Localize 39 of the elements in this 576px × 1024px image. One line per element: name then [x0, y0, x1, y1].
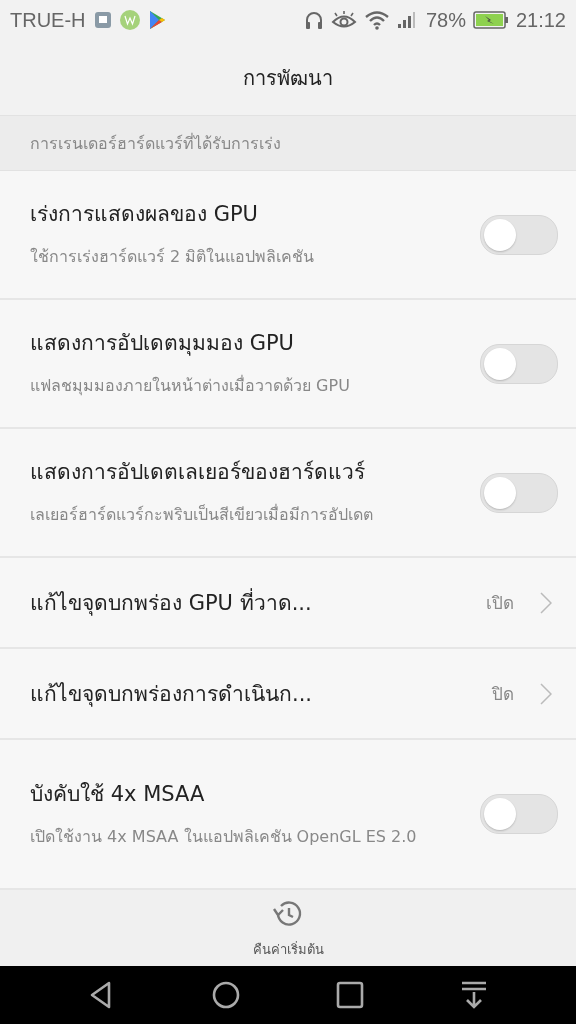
setting-title: บังคับใช้ 4x MSAA — [30, 780, 206, 808]
battery-percent: 78% — [425, 8, 466, 32]
toggle-switch[interactable] — [480, 472, 558, 513]
chevron-right-icon — [540, 591, 552, 614]
setting-row[interactable]: แสดงการอัปเดตเลเยอร์ของฮาร์ดแวร์ เลเยอร์ฮาร์ดแวร์กะพริบเป็นสีเขียวเมื่อมีการอัปเดต — [0, 429, 576, 558]
setting-title: เร่งการแสดงผลของ GPU — [30, 201, 259, 228]
circle-app-icon — [119, 10, 140, 30]
eye-icon — [330, 11, 357, 29]
setting-row[interactable]: แสดงการอัปเดตมุมมอง GPU แฟลชมุมมองภายในหน้าต่างเมื่อวาดด้วย GPU — [0, 300, 576, 429]
recents-icon — [335, 980, 365, 1010]
headphones-icon — [303, 10, 324, 30]
toggle-switch[interactable] — [480, 214, 558, 255]
setting-description: แฟลชมุมมองภายในหน้าต่างเมื่อวาดด้วย GPU — [30, 374, 351, 398]
toggle-switch[interactable] — [480, 343, 558, 384]
battery-icon — [472, 11, 509, 29]
carrier-name: TRUE-H — [10, 8, 86, 32]
setting-description: เลเยอร์ฮาร์ดแวร์กะพริบเป็นสีเขียวเมื่อมีการอัปเดต — [30, 503, 374, 526]
play-store-icon — [147, 10, 166, 30]
setting-title: แก้ไขจุดบกพร่อง GPU ที่วาด... — [30, 586, 486, 619]
setting-row[interactable]: เร่งการแสดงผลของ GPU ใช้การเร่งฮาร์ดแวร์ 2 มิติในแอปพลิเคชัน — [0, 171, 576, 300]
setting-title: แสดงการอัปเดตมุมมอง GPU — [30, 330, 295, 358]
section-header: การเรนเดอร์ฮาร์ดแวร์ที่ได้รับการเร่ง — [0, 115, 576, 171]
chevron-right-icon — [540, 682, 552, 705]
setting-title: แสดงการอัปเดตเลเยอร์ของฮาร์ดแวร์ — [30, 459, 366, 486]
setting-title: แก้ไขจุดบกพร่องการดำเนินก... — [30, 681, 314, 709]
setting-row[interactable]: แก้ไขจุดบกพร่อง GPU ที่วาด... เปิด — [0, 558, 576, 649]
setting-description: ใช้การเร่งฮาร์ดแวร์ 2 มิติในแอปพลิเคชัน — [30, 246, 316, 268]
setting-value: ปิด — [492, 683, 514, 706]
home-icon — [211, 980, 241, 1010]
reset-button[interactable]: คืนค่าเริ่มต้น — [252, 896, 324, 960]
screen-title: การพัฒนา — [243, 64, 333, 92]
setting-row[interactable]: แก้ไขจุดบกพร่องการดำเนินก... ปิด — [0, 649, 576, 740]
clock-time: 21:12 — [515, 8, 566, 32]
setting-description: เปิดใช้งาน 4x MSAA ในแอปพลิเคชัน OpenGL ES 2.0 — [30, 825, 418, 848]
gallery-icon — [93, 11, 112, 29]
toggle-switch[interactable] — [480, 794, 558, 834]
setting-value: เปิด — [486, 592, 514, 615]
wifi-icon — [363, 10, 390, 30]
notification-shade-icon — [459, 980, 489, 1010]
